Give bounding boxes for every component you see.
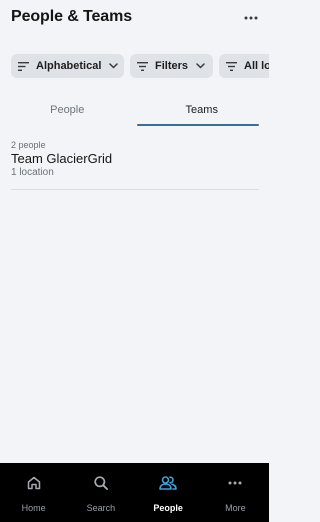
- people-teams-tabs: People Teams: [0, 94, 269, 126]
- chevron-down-icon: [109, 63, 119, 69]
- location-chip-label: All lo: [244, 60, 269, 72]
- filter-icon: [226, 61, 237, 71]
- search-icon: [93, 473, 109, 493]
- home-icon: [26, 473, 42, 493]
- team-member-count: 2 people: [11, 140, 46, 150]
- sort-chip-label: Alphabetical: [36, 60, 102, 72]
- tab-people[interactable]: People: [0, 94, 135, 126]
- nav-item-people[interactable]: People: [135, 463, 202, 522]
- filter-icon: [137, 61, 148, 71]
- nav-label-more: More: [225, 503, 246, 513]
- nav-label-search: Search: [86, 503, 116, 513]
- page-title: People & Teams: [11, 8, 133, 25]
- nav-label-home: Home: [21, 503, 46, 513]
- sort-icon: [18, 61, 29, 71]
- team-name: Team GlacierGrid: [11, 151, 113, 166]
- team-list-item[interactable]: 2 people Team GlacierGrid 1 location: [11, 138, 259, 190]
- people-icon: [159, 473, 177, 493]
- chevron-down-icon: [196, 63, 205, 69]
- more-horizontal-icon: [228, 473, 242, 493]
- bottom-nav: Home Search People More: [0, 463, 269, 522]
- filters-chip-label: Filters: [155, 60, 189, 72]
- nav-item-home[interactable]: Home: [0, 463, 67, 522]
- filters-chip[interactable]: Filters: [130, 54, 213, 78]
- nav-label-people: People: [153, 503, 183, 513]
- more-options-button[interactable]: [239, 9, 263, 27]
- filter-chips-row: Alphabetical Filters All lo: [11, 54, 269, 78]
- sort-chip[interactable]: Alphabetical: [11, 54, 124, 78]
- header: People & Teams: [0, 0, 269, 40]
- team-location-count: 1 location: [11, 167, 54, 178]
- tab-teams[interactable]: Teams: [135, 94, 270, 126]
- nav-item-search[interactable]: Search: [67, 463, 134, 522]
- more-horizontal-icon: [244, 16, 258, 20]
- location-chip[interactable]: All lo: [219, 54, 269, 78]
- active-tab-indicator: [137, 124, 259, 126]
- nav-item-more[interactable]: More: [202, 463, 269, 522]
